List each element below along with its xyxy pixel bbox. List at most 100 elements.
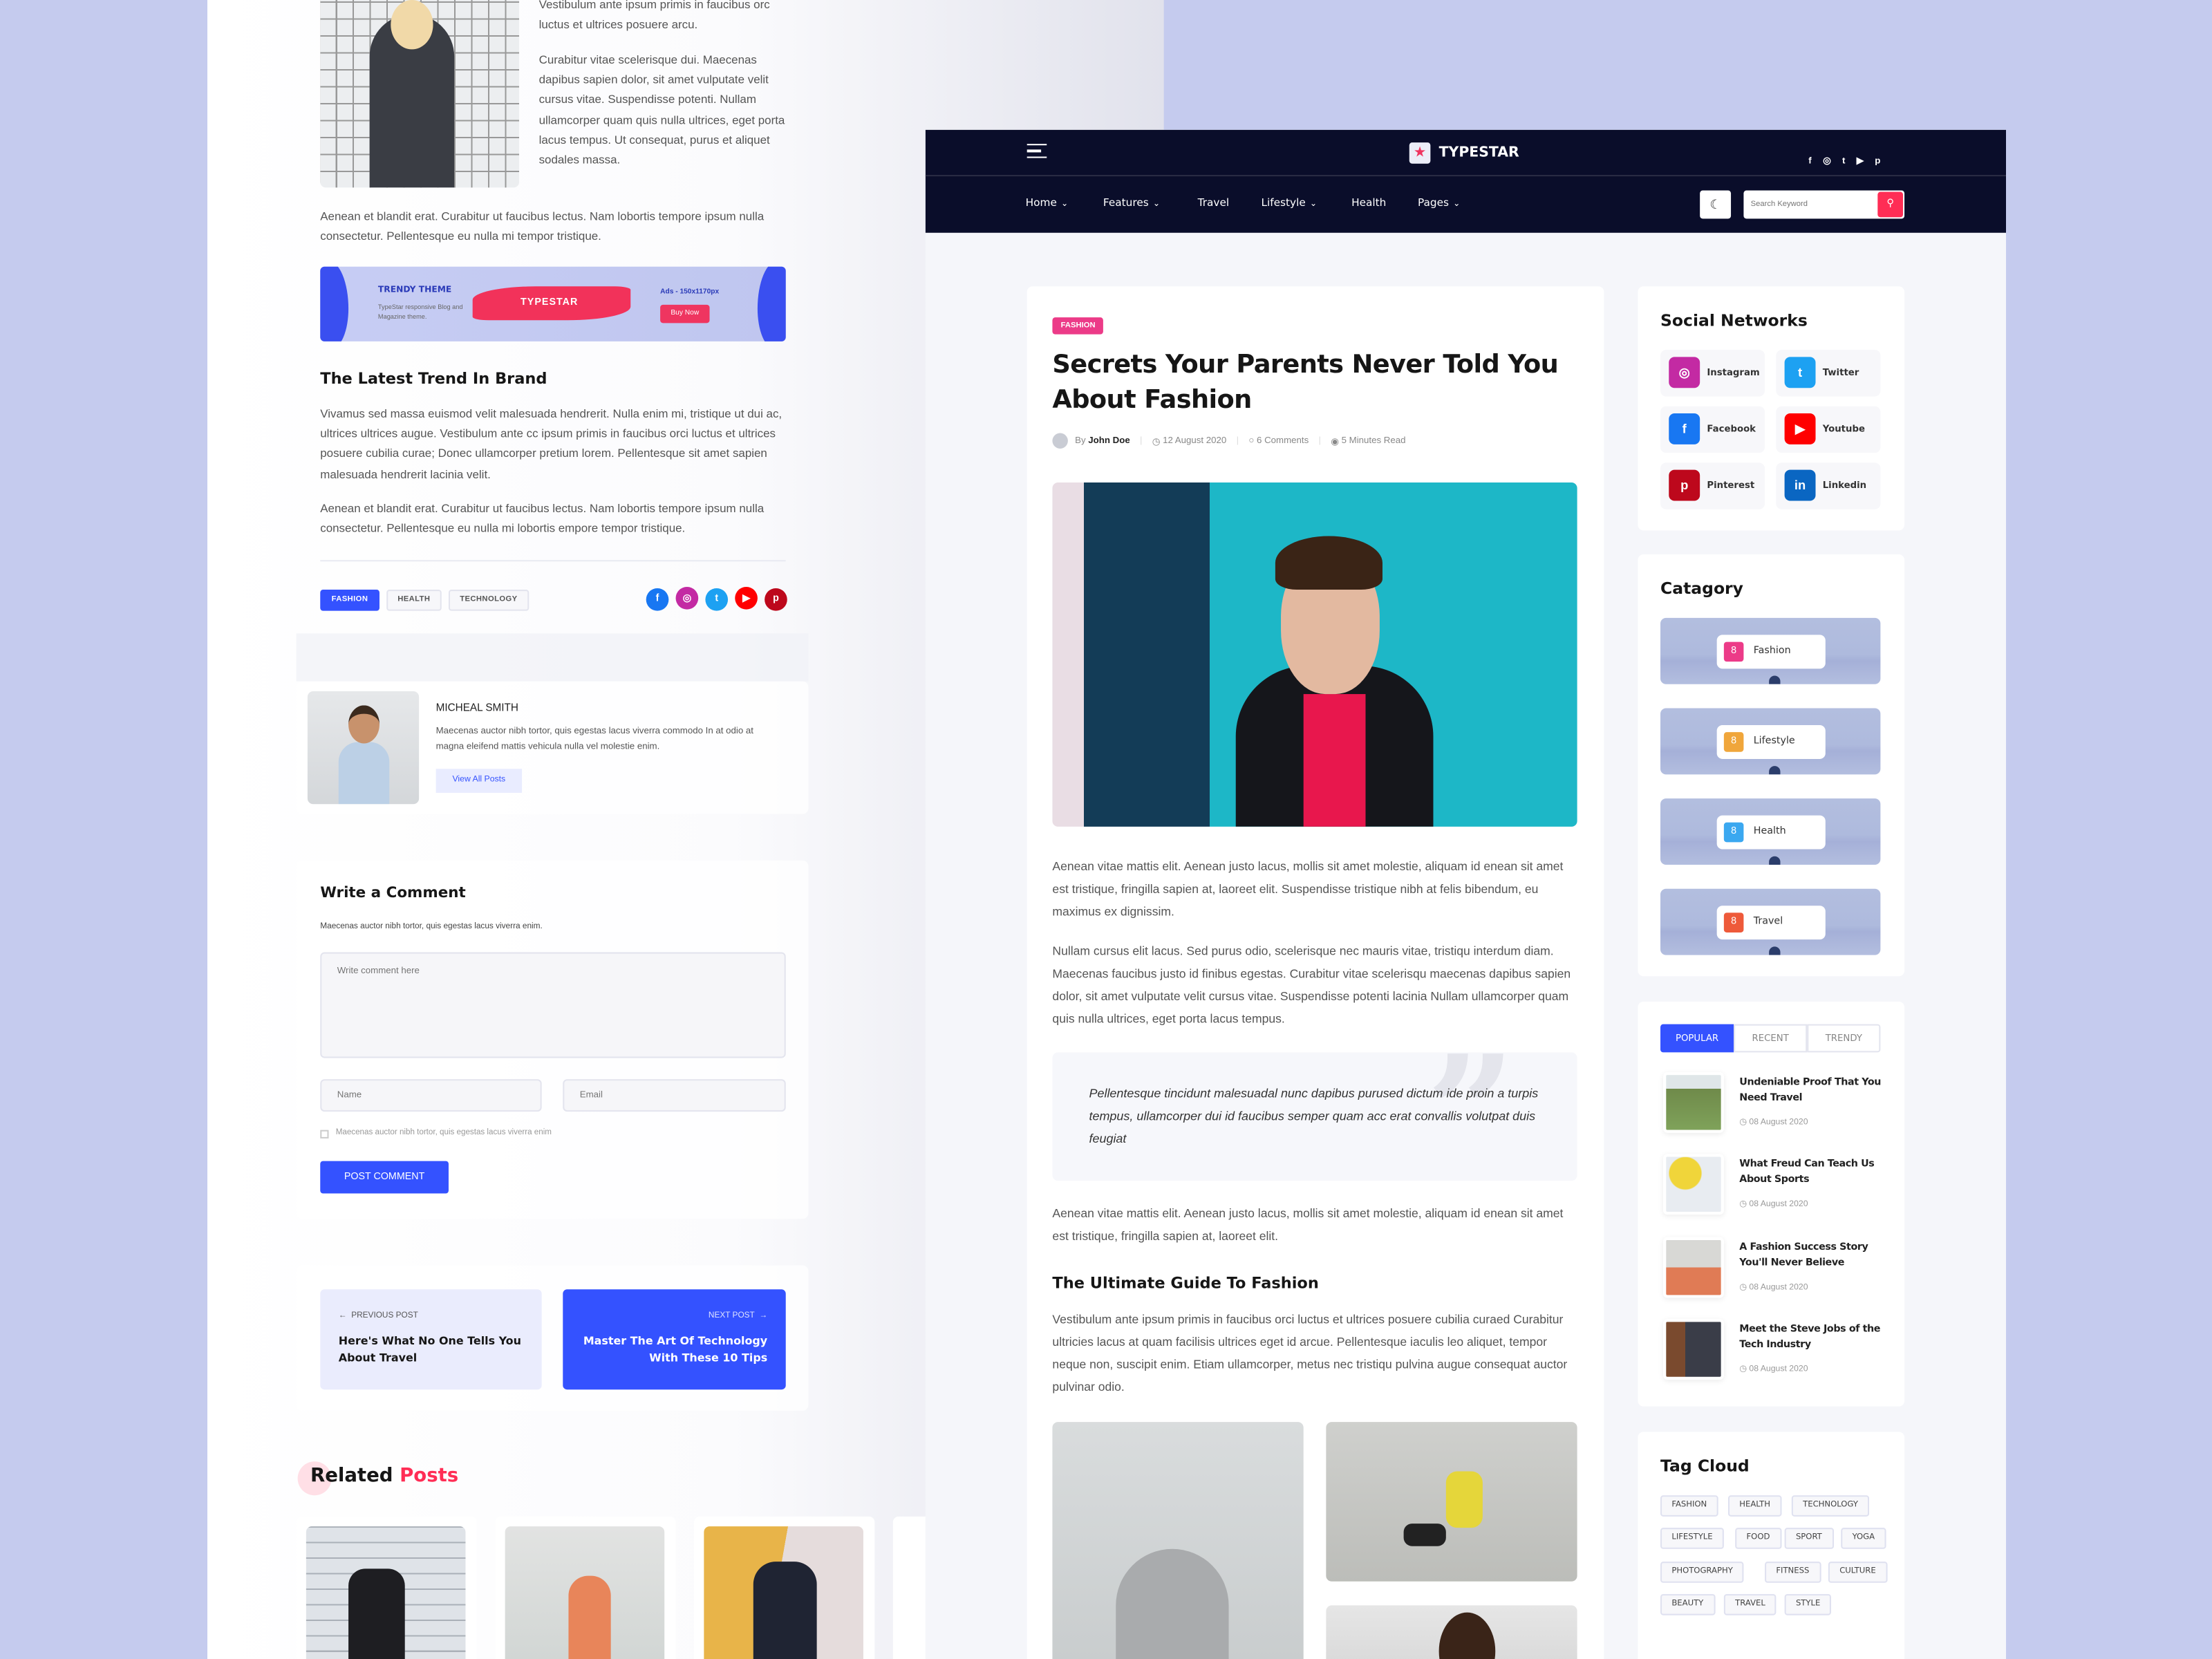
social-facebook[interactable]: f Facebook bbox=[1660, 406, 1765, 453]
tag[interactable]: FITNESS bbox=[1765, 1562, 1821, 1583]
tag-fashion[interactable]: FASHION bbox=[320, 590, 379, 611]
related-post-card[interactable] bbox=[495, 1516, 676, 1659]
tab-trendy[interactable]: TRENDY bbox=[1807, 1024, 1881, 1053]
author-photo bbox=[307, 691, 420, 805]
tag[interactable]: CULTURE bbox=[1828, 1562, 1887, 1583]
tab-recent[interactable]: RECENT bbox=[1734, 1024, 1808, 1053]
youtube-icon[interactable]: ▶ bbox=[735, 586, 758, 610]
pinterest-icon[interactable]: p bbox=[1875, 157, 1880, 167]
email-input[interactable] bbox=[563, 1079, 786, 1112]
ad-size: Ads - 150x1170px bbox=[660, 288, 720, 297]
tag[interactable]: FASHION bbox=[1660, 1495, 1718, 1517]
tag[interactable]: TRAVEL bbox=[1723, 1594, 1777, 1615]
category-health[interactable]: 8 Health bbox=[1660, 798, 1881, 865]
category-widget: Catagory 8 Fashion 8 Lifestyle 8 Health 8 Tr… bbox=[1638, 554, 1905, 977]
ad-title: TRENDY THEME bbox=[377, 285, 452, 295]
section-heading: The Latest Trend In Brand bbox=[320, 369, 547, 388]
social-linkedin[interactable]: in Linkedin bbox=[1776, 462, 1881, 509]
category-fashion[interactable]: 8 Fashion bbox=[1660, 617, 1881, 684]
category-travel[interactable]: 8 Travel bbox=[1660, 888, 1881, 955]
category-lifestyle[interactable]: 8 Lifestyle bbox=[1660, 708, 1881, 775]
comment-icon: ○ bbox=[1248, 435, 1257, 446]
article-title: Secrets Your Parents Never Told You Abou… bbox=[1052, 350, 1559, 415]
instagram-icon[interactable]: ◎ bbox=[1823, 155, 1831, 167]
posts-tabs-widget: POPULAR RECENT TRENDY Undeniable Proof T… bbox=[1638, 1001, 1905, 1407]
social-instagram[interactable]: ◎ Instagram bbox=[1660, 350, 1765, 397]
tag[interactable]: TECHNOLOGY bbox=[1791, 1495, 1870, 1517]
hamburger-menu-icon[interactable] bbox=[1027, 144, 1047, 158]
social-networks-widget: Social Networks ◎ Instagram t Twitter f Fac… bbox=[1638, 286, 1905, 531]
tab-popular[interactable]: POPULAR bbox=[1660, 1024, 1734, 1053]
popular-post-item[interactable]: What Freud Can Teach Us About Sports ◷ 08… bbox=[1660, 1154, 1900, 1219]
category-badge[interactable]: FASHION bbox=[1052, 317, 1104, 335]
tag[interactable]: PHOTOGRAPHY bbox=[1660, 1562, 1745, 1583]
related-post-card[interactable] bbox=[296, 1516, 477, 1659]
clock-icon: ◷ bbox=[1739, 1200, 1750, 1209]
author-card: MICHEAL SMITH Maecenas auctor nibh torto… bbox=[296, 681, 809, 814]
twitter-icon[interactable]: t bbox=[705, 587, 729, 610]
tag[interactable]: BEAUTY bbox=[1660, 1594, 1715, 1615]
nav-features[interactable]: Features ⌄ bbox=[1103, 196, 1160, 209]
nav-travel[interactable]: Travel bbox=[1198, 196, 1230, 209]
article-date: 12 August 2020 bbox=[1163, 435, 1227, 446]
previous-post-label: PREVIOUS POST bbox=[351, 1311, 418, 1321]
facebook-icon[interactable]: f bbox=[1808, 157, 1811, 167]
tag-health[interactable]: HEALTH bbox=[386, 590, 442, 611]
nav-lifestyle[interactable]: Lifestyle ⌄ bbox=[1261, 196, 1317, 209]
nav-pages[interactable]: Pages ⌄ bbox=[1418, 196, 1460, 209]
popular-post-item[interactable]: A Fashion Success Story You'll Never Bel… bbox=[1660, 1237, 1900, 1302]
author-link[interactable]: John Doe bbox=[1088, 436, 1130, 446]
gallery-image-sitting-man bbox=[1326, 1422, 1577, 1582]
ad-subtitle: TypeStar responsive Blog and Magazine th… bbox=[377, 303, 463, 321]
arrow-left-icon: ← bbox=[338, 1311, 352, 1321]
youtube-icon[interactable]: ▶ bbox=[1857, 155, 1864, 167]
quote-text: Pellentesque tincidunt malesuadal nunc d… bbox=[1089, 1086, 1539, 1146]
pinterest-icon: p bbox=[1669, 469, 1700, 501]
twitter-icon[interactable]: t bbox=[1842, 157, 1845, 167]
tag[interactable]: STYLE bbox=[1784, 1594, 1832, 1615]
social-twitter[interactable]: t Twitter bbox=[1776, 350, 1881, 397]
pinterest-icon[interactable]: p bbox=[765, 587, 787, 610]
nav-health[interactable]: Health bbox=[1351, 196, 1386, 209]
intro-side-text-1: Vestibulum ante ipsum primis in faucibus… bbox=[538, 0, 770, 32]
clock-icon: ◷ bbox=[1739, 1118, 1750, 1127]
tag[interactable]: HEALTH bbox=[1727, 1495, 1782, 1517]
article-paragraph: Aenean vitae mattis elit. Aenean justo l… bbox=[1052, 1206, 1564, 1243]
dark-mode-toggle-icon[interactable]: ☾ bbox=[1700, 190, 1732, 219]
popular-post-item[interactable]: Meet the Steve Jobs of the Tech Industry… bbox=[1660, 1319, 1900, 1384]
search-icon: ⚲ bbox=[1886, 198, 1894, 209]
star-logo-icon: ★ bbox=[1409, 142, 1431, 164]
view-all-posts-button[interactable]: View All Posts bbox=[435, 769, 523, 793]
related-posts-title: Related Posts bbox=[310, 1464, 458, 1487]
next-post-link[interactable]: NEXT POST → Master The Art Of Technology… bbox=[563, 1289, 786, 1390]
next-post-title: Master The Art Of Technology With These … bbox=[583, 1334, 768, 1365]
search-box: ⚲ bbox=[1743, 190, 1905, 219]
related-post-card[interactable] bbox=[694, 1516, 875, 1659]
tag[interactable]: LIFESTYLE bbox=[1660, 1528, 1724, 1549]
chevron-down-icon: ⌄ bbox=[1309, 198, 1318, 209]
popular-post-item[interactable]: Undeniable Proof That You Need Travel ◷ 0… bbox=[1660, 1072, 1900, 1137]
search-button[interactable]: ⚲ bbox=[1877, 191, 1904, 218]
facebook-icon[interactable]: f bbox=[646, 587, 669, 610]
ad-banner[interactable]: TRENDY THEME TypeStar responsive Blog an… bbox=[320, 266, 786, 341]
ad-buy-now-button[interactable]: Buy Now bbox=[660, 304, 710, 324]
social-pinterest[interactable]: p Pinterest bbox=[1660, 462, 1765, 509]
consent-checkbox[interactable] bbox=[320, 1130, 329, 1138]
comment-textarea[interactable] bbox=[320, 952, 786, 1058]
previous-post-link[interactable]: ← PREVIOUS POST Here's What No One Tells… bbox=[320, 1289, 542, 1390]
article-subheading: The Ultimate Guide To Fashion bbox=[1052, 1273, 1319, 1293]
social-youtube[interactable]: ▶ Youtube bbox=[1776, 406, 1881, 453]
post-comment-button[interactable]: POST COMMENT bbox=[320, 1161, 449, 1194]
tag[interactable]: FOOD bbox=[1735, 1528, 1781, 1549]
nav-home[interactable]: Home ⌄ bbox=[1026, 196, 1069, 209]
tag-technology[interactable]: TECHNOLOGY bbox=[448, 590, 529, 611]
twitter-icon: t bbox=[1784, 357, 1816, 388]
tag[interactable]: YOGA bbox=[1841, 1528, 1886, 1549]
name-input[interactable] bbox=[320, 1079, 542, 1112]
search-input[interactable] bbox=[1750, 194, 1871, 215]
comment-form-card: Write a Comment Maecenas auctor nibh tor… bbox=[296, 860, 809, 1219]
tag[interactable]: SPORT bbox=[1784, 1528, 1834, 1549]
comments-count[interactable]: 6 Comments bbox=[1257, 436, 1309, 446]
instagram-icon[interactable]: ◎ bbox=[675, 586, 699, 610]
site-logo[interactable]: ★ TYPESTAR bbox=[1409, 142, 1519, 164]
